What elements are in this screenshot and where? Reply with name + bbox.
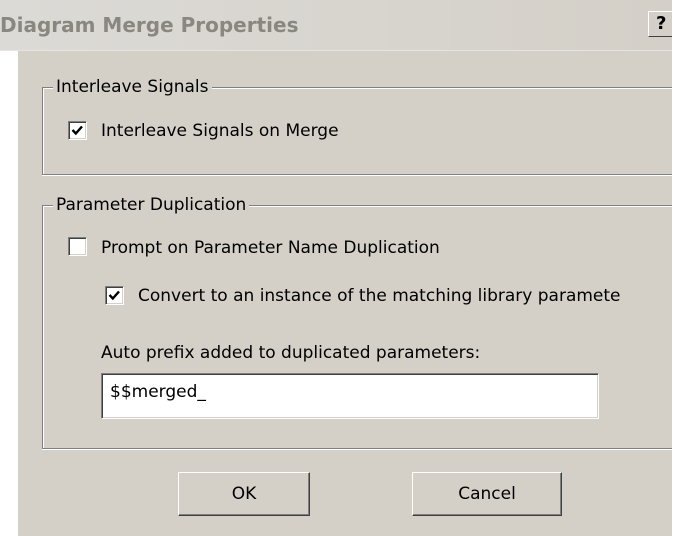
window-title: Diagram Merge Properties xyxy=(0,13,299,37)
cancel-button[interactable]: Cancel xyxy=(412,472,562,516)
checkmark-icon xyxy=(71,125,83,136)
parameter-duplication-legend: Parameter Duplication xyxy=(53,195,250,215)
help-button[interactable]: ? xyxy=(648,11,674,37)
dialog-body: Interleave Signals Interleave Signals on… xyxy=(18,51,672,536)
help-icon: ? xyxy=(656,13,667,34)
interleave-signals-legend: Interleave Signals xyxy=(53,77,212,97)
checkmark-icon xyxy=(108,290,120,301)
convert-instance-label[interactable]: Convert to an instance of the matching l… xyxy=(138,286,621,306)
convert-instance-checkbox[interactable] xyxy=(105,286,124,305)
diagram-merge-properties-dialog: Diagram Merge Properties ? Interleave Si… xyxy=(0,0,688,536)
right-edge-gap xyxy=(672,0,688,536)
interleave-signals-label[interactable]: Interleave Signals on Merge xyxy=(101,121,339,141)
prefix-input[interactable]: $$merged_ xyxy=(101,373,599,419)
interleave-signals-checkbox[interactable] xyxy=(68,121,87,140)
prompt-duplication-checkbox[interactable] xyxy=(68,237,87,256)
prefix-label: Auto prefix added to duplicated paramete… xyxy=(101,343,481,363)
title-bar[interactable]: Diagram Merge Properties ? xyxy=(0,0,674,51)
prompt-duplication-label[interactable]: Prompt on Parameter Name Duplication xyxy=(101,238,440,258)
ok-button[interactable]: OK xyxy=(178,472,310,516)
